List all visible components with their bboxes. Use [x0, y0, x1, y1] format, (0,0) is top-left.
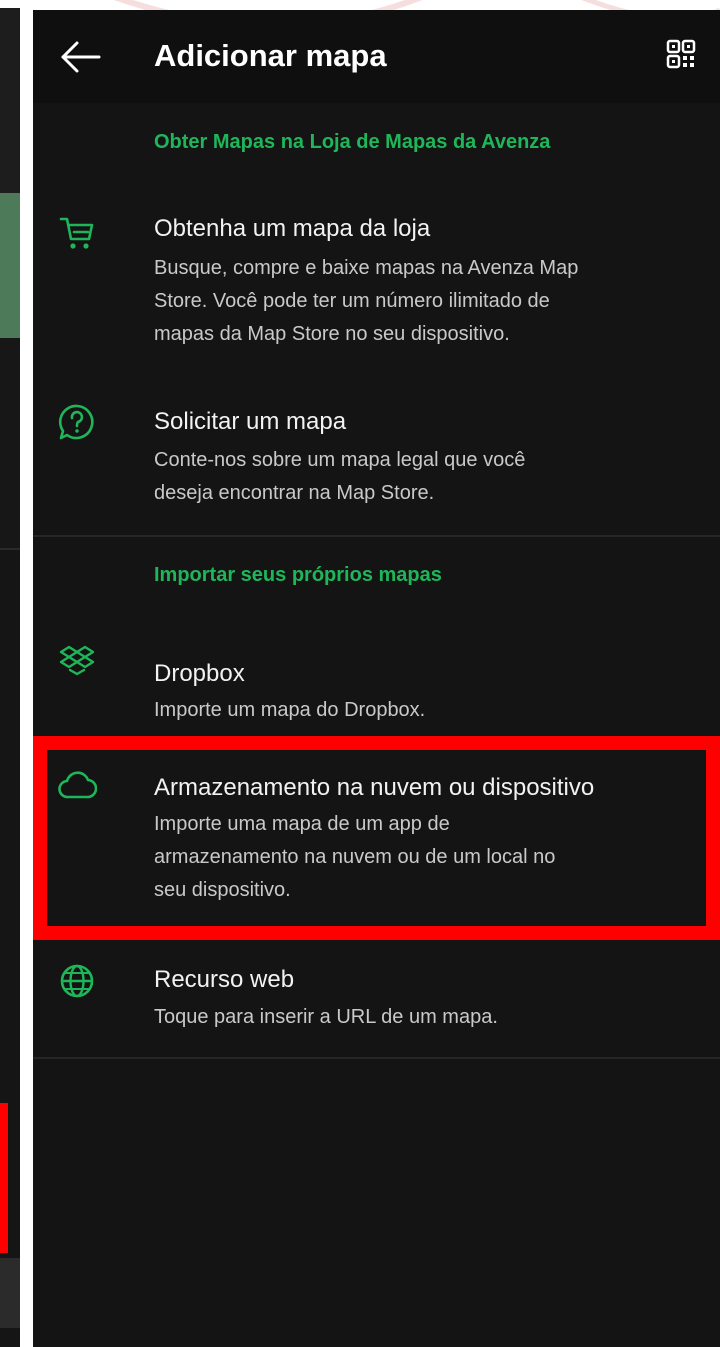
help-chat-icon	[58, 404, 94, 440]
dropbox-icon	[59, 645, 95, 676]
list-divider	[33, 1057, 720, 1059]
list-item-store-map[interactable]: Obtenha um mapa da loja Busque, compre e…	[33, 205, 720, 365]
item-description: Importe um mapa do Dropbox.	[154, 699, 426, 721]
list-item-request-map[interactable]: Solicitar um mapa Conte-nos sobre um map…	[33, 398, 720, 518]
globe-icon	[60, 964, 94, 998]
background-app-slice	[0, 8, 20, 1347]
item-title: Dropbox	[154, 660, 245, 687]
qr-code-icon[interactable]	[666, 39, 696, 69]
arrow-left-icon[interactable]	[60, 40, 102, 74]
highlight-frame	[33, 736, 720, 940]
section-title-import: Importar seus próprios mapas	[154, 564, 442, 586]
map-thumbnail-slice	[0, 193, 20, 338]
item-description: Toque para inserir a URL de um mapa.	[154, 1006, 498, 1028]
item-description: Busque, compre e baixe mapas na Avenza M…	[154, 257, 579, 345]
app-bar: Adicionar mapa	[33, 10, 720, 103]
page-title: Adicionar mapa	[154, 38, 387, 73]
shopping-cart-icon	[59, 217, 94, 249]
list-item-dropbox[interactable]: Dropbox Importe um mapa do Dropbox.	[33, 638, 720, 728]
section-divider	[33, 535, 720, 537]
highlight-marker-slice	[0, 1103, 8, 1253]
item-title: Recurso web	[154, 966, 295, 993]
item-title: Solicitar um mapa	[154, 408, 347, 435]
item-description: Conte-nos sobre um mapa legal que você d…	[154, 449, 526, 504]
item-title: Obtenha um mapa da loja	[154, 215, 431, 242]
section-title-store: Obter Mapas na Loja de Mapas da Avenza	[154, 131, 551, 153]
list-item-web-resource[interactable]: Recurso web Toque para inserir a URL de …	[33, 955, 720, 1055]
add-map-screen: Adicionar mapa Obter Mapas na Loja de Ma…	[33, 10, 720, 1347]
